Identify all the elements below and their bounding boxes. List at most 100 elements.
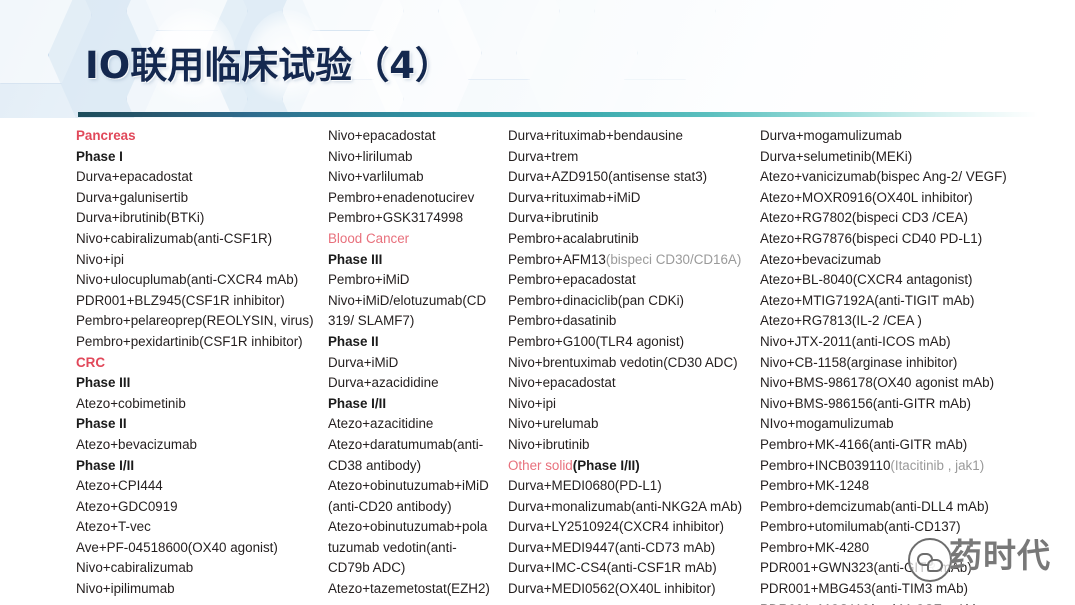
trial-line: Pancreas <box>76 126 326 147</box>
phase-heading: (Phase I/II) <box>572 457 640 473</box>
trial-line: Pembro+utomilumab(anti-CD137) <box>760 517 1072 538</box>
trial-line: Durva+galunisertib <box>76 188 326 209</box>
trial-name: Atezo+vanicizumab(bispec Ang-2/ VEGF) <box>760 169 1007 185</box>
slide-canvas: IO联用临床试验（4） Pancreas Phase I Durva+epacado… <box>0 0 1075 605</box>
trial-line: Phase III <box>76 373 326 394</box>
trial-line: PDR001+MCS110(anti M-CSF mAb) <box>760 600 1072 605</box>
trial-name: Durva+trem <box>508 148 579 164</box>
trial-line: Pembro+pelareoprep(REOLYSIN, virus) <box>76 311 326 332</box>
trial-name: Pembro+G100(TLR4 agonist) <box>508 333 685 349</box>
trial-line: Pembro+dasatinib <box>508 311 758 332</box>
trial-line: Pembro+pexidartinib(CSF1R inhibitor) <box>76 332 326 353</box>
trial-name: Nivo+CB-1158(arginase inhibitor) <box>760 354 958 370</box>
trial-name: Nivo+cabiralizumab(anti-CSF1R) <box>76 230 273 246</box>
trial-name: Atezo+RG7802(bispeci CD3 /CEA) <box>760 210 969 226</box>
trial-name: Atezo+RG7813(IL-2 /CEA ) <box>760 313 922 329</box>
trial-line: Atezo+daratumumab(anti- <box>328 435 508 456</box>
trial-name: Durva+selumetinib(MEKi) <box>760 148 913 164</box>
trial-name: Nivo+ipi <box>508 395 557 411</box>
trial-line: Durva+IMC-CS4(anti-CSF1R mAb) <box>508 558 758 579</box>
trial-line: Ave+PF-04518600(OX40 agonist) <box>76 538 326 559</box>
trial-name: Atezo+obinutuzumab+iMiD <box>328 478 489 494</box>
trial-name: PDR001+BLZ945(CSF1R inhibitor) <box>76 292 285 308</box>
trial-line: Pembro+dinaciclib(pan CDKi) <box>508 291 758 312</box>
trial-name: CD79b ADC) <box>328 560 406 576</box>
content-area: Pancreas Phase I Durva+epacadostat Durva+ga… <box>0 126 1075 605</box>
trial-name: Pembro+acalabrutinib <box>508 230 639 246</box>
trial-line: Pembro+enadenotucirev <box>328 188 508 209</box>
trial-line: Nivo+ibrutinib <box>508 435 758 456</box>
trial-name: Nivo+ipi <box>76 251 125 267</box>
trial-note: (bispeci CD30/CD16A) <box>605 251 742 267</box>
trial-line: Nivo+ulocuplumab(anti-CXCR4 mAb) <box>76 270 326 291</box>
trial-name: Ave+PF-04518600(OX40 agonist) <box>76 539 278 555</box>
trial-name: Nivo+varlilumab <box>328 169 424 185</box>
trial-line: Nivo+epacadostat <box>328 126 508 147</box>
trial-name: Nivo+BMS-986178(OX40 agonist mAb) <box>760 375 995 391</box>
trial-line: Pembro+G100(TLR4 agonist) <box>508 332 758 353</box>
phase-heading: Phase I <box>76 148 123 164</box>
trial-line: Phase III <box>328 250 508 271</box>
trial-line: 319/ SLAMF7) <box>328 311 508 332</box>
trial-line: Durva+AZD9150(antisense stat3) <box>508 167 758 188</box>
trial-line: Durva+trem <box>508 147 758 168</box>
trial-line: Nivo+varlilumab <box>328 167 508 188</box>
trial-line: Nivo+iMiD/elotuzumab(CD <box>328 291 508 312</box>
trial-name: Atezo+BL-8040(CXCR4 antagonist) <box>760 272 973 288</box>
trial-name: Pembro+pelareoprep(REOLYSIN, virus) <box>76 313 314 329</box>
trial-line: CD38 antibody) <box>328 456 508 477</box>
trial-name: Nivo+BMS-986156(anti-GITR mAb) <box>760 395 971 411</box>
trial-name: Nivo+ipilimumab <box>76 581 175 597</box>
trial-name: Pembro+dasatinib <box>508 313 617 329</box>
trial-name: Durva+mogamulizumab <box>760 128 902 143</box>
trial-name: Atezo+MOXR0916(OX40L inhibitor) <box>760 189 973 205</box>
trial-line: (anti-CD20 antibody) <box>328 497 508 518</box>
trial-name: Durva+galunisertib <box>76 189 189 205</box>
trial-name: (anti-CD20 antibody) <box>328 498 452 514</box>
category-heading: Blood Cancer <box>328 230 410 246</box>
trial-line: Pembro+epacadostat <box>508 270 758 291</box>
trial-line: Phase II <box>328 332 508 353</box>
trial-line: Pembro+acalabrutinib <box>508 229 758 250</box>
trial-name: Durva+monalizumab(anti-NKG2A mAb) <box>508 498 743 514</box>
trial-name: Atezo+cobimetinib <box>76 395 186 411</box>
trial-name: Atezo+T-vec <box>76 519 151 535</box>
page-title: IO联用临床试验（4） <box>85 44 452 87</box>
phase-heading: Phase II <box>328 333 379 349</box>
phase-heading: Phase III <box>76 375 131 391</box>
trial-line: Nivo+urelumab <box>508 414 758 435</box>
trial-name: Pembro+MK-1248 <box>760 478 870 494</box>
trial-name: Nivo+epacadostat <box>508 375 616 391</box>
trial-name: Nivo+JTX-2011(anti-ICOS mAb) <box>760 333 951 349</box>
trial-name: Pembro+enadenotucirev <box>328 189 475 205</box>
trial-line: Nivo+lirilumab <box>328 147 508 168</box>
trial-name: Pembro+epacadostat <box>508 272 636 288</box>
trial-line: Atezo+GDC0919 <box>76 497 326 518</box>
trial-name: Pembro+MK-4280 <box>760 539 870 555</box>
phase-heading: Phase I/II <box>76 457 135 473</box>
trial-line: Atezo+RG7813(IL-2 /CEA ) <box>760 311 1072 332</box>
trial-line: Nivo+epacadostat <box>508 373 758 394</box>
trial-line: Pembro+demcizumab(anti-DLL4 mAb) <box>760 497 1072 518</box>
trial-line: Pembro+AFM13(bispeci CD30/CD16A) <box>508 250 758 271</box>
trial-name: Durva+MEDI0680(PD-L1) <box>508 478 662 494</box>
trial-name: Durva+epacadostat <box>76 169 193 185</box>
trial-line: Atezo+BL-8040(CXCR4 antagonist) <box>760 270 1072 291</box>
trial-line: Durva+LY2510924(CXCR4 inhibitor) <box>508 517 758 538</box>
trial-line: Durva+ibrutinib <box>508 208 758 229</box>
trial-line: Atezo+MTIG7192A(anti-TIGIT mAb) <box>760 291 1072 312</box>
trial-line: Durva+MEDI0680(PD-L1) <box>508 476 758 497</box>
trial-line: Nivo+ipi <box>508 394 758 415</box>
category-heading: Pancreas <box>76 128 136 143</box>
trial-name: Atezo+daratumumab(anti- <box>328 436 484 452</box>
trial-name: Pembro+dinaciclib(pan CDKi) <box>508 292 685 308</box>
trial-line: CRC <box>76 353 326 374</box>
trial-name: Atezo+CPI444 <box>76 478 163 494</box>
trial-name: Durva+LY2510924(CXCR4 inhibitor) <box>508 519 724 535</box>
trial-line: Atezo+obinutuzumab+pola <box>328 517 508 538</box>
trial-line: Durva+rituximab+iMiD <box>508 188 758 209</box>
column-continued: Durva+mogamulizumab Durva+selumetinib(MEK… <box>760 126 1072 605</box>
trial-line: Durva+selumetinib(MEKi) <box>760 147 1072 168</box>
trial-line: PDR001+MBG453(anti-TIM3 mAb) <box>760 579 1072 600</box>
trial-line: Pembro+GSK3174998 <box>328 208 508 229</box>
